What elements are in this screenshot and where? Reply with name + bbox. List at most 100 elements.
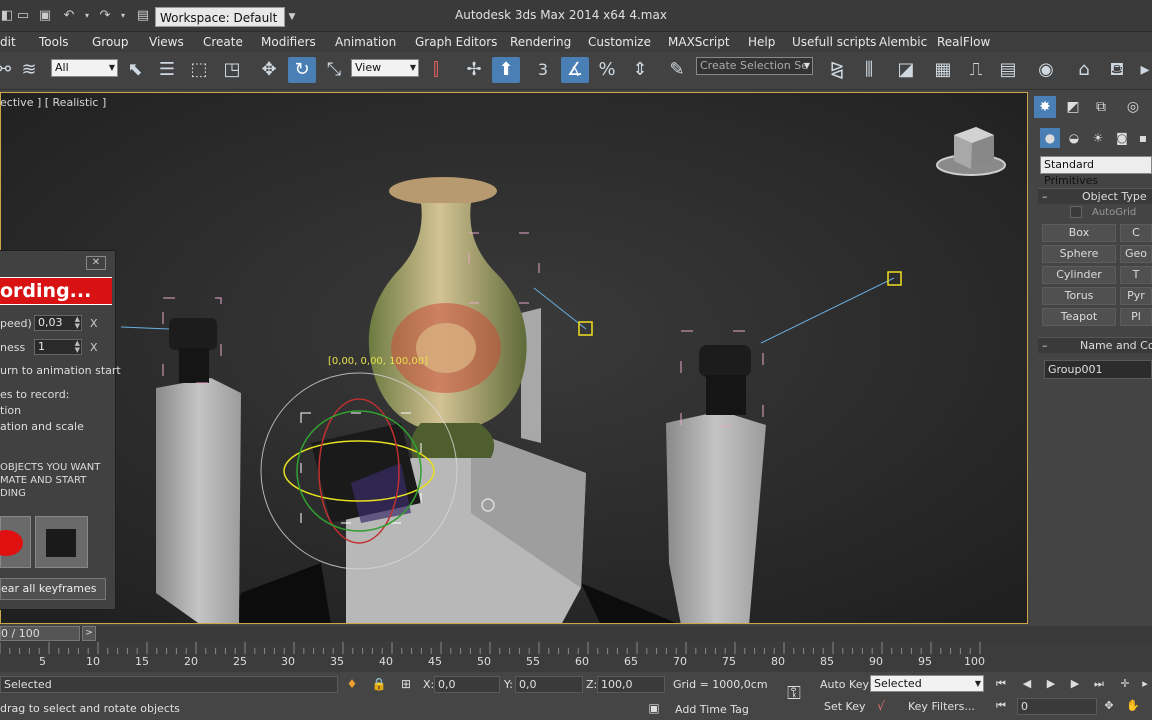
angle-snap-icon[interactable]: ∡ [561, 57, 589, 83]
window-crossing-icon[interactable]: ◳ [220, 57, 244, 83]
sphere-button[interactable]: Sphere [1042, 245, 1116, 263]
torus-button[interactable]: Torus [1042, 287, 1116, 305]
geosphere-button[interactable]: Geo [1120, 245, 1152, 263]
reference-coordinate-dropdown[interactable]: View ▼ [351, 59, 419, 77]
primitive-category-dropdown[interactable]: Standard Primitives [1040, 156, 1152, 187]
percent-snap-icon[interactable]: % [594, 57, 620, 83]
name-and-color-rollout[interactable]: – Name and Colo [1038, 337, 1152, 353]
curve-editor-icon[interactable]: ⎍ [962, 57, 990, 83]
box-button[interactable]: Box [1042, 224, 1116, 242]
render-production-icon[interactable]: ▸ [1138, 57, 1152, 83]
pyramid-button[interactable]: Pyr [1120, 287, 1152, 305]
go-to-start-icon[interactable]: ⏮ [992, 676, 1010, 692]
z-coordinate-field[interactable]: 100,0 [597, 676, 665, 693]
menu-rendering[interactable]: Rendering [510, 34, 571, 50]
helpers-category-icon[interactable]: ▪ [1134, 128, 1152, 148]
x-coordinate-field[interactable]: 0,0 [434, 676, 500, 693]
stop-button[interactable] [35, 516, 88, 568]
motion-tab-icon[interactable]: ◎ [1122, 96, 1144, 118]
spinner-snap-icon[interactable]: ⇕ [627, 57, 653, 83]
object-type-rollout[interactable]: – Object Type [1038, 188, 1152, 204]
play-icon[interactable]: ▶ [1042, 676, 1060, 692]
speed-reset-button[interactable]: X [90, 317, 98, 330]
autogrid-checkbox[interactable] [1070, 206, 1082, 218]
menu-usefull-scripts[interactable]: Usefull scripts [792, 34, 876, 50]
record-position-option[interactable]: tion [0, 404, 21, 417]
select-object-icon[interactable]: ⬉ [124, 57, 146, 83]
create-tab-icon[interactable]: ✸ [1034, 96, 1056, 118]
link-icon[interactable]: ⚯ [0, 57, 11, 83]
menu-group[interactable]: Group [92, 34, 129, 50]
time-config-icon[interactable]: ▸ [1136, 676, 1152, 692]
absolute-mode-icon[interactable]: ⊞ [398, 676, 414, 692]
selection-filter-dropdown[interactable]: All ▼ [51, 59, 118, 77]
render-setup-icon[interactable]: ⌂ [1070, 57, 1098, 83]
key-filters-button[interactable]: Key Filters... [908, 700, 975, 713]
spinner-arrows-icon[interactable]: ▲ ▼ [75, 316, 80, 330]
menu-realflow[interactable]: RealFlow [937, 34, 990, 50]
menu-tools[interactable]: Tools [39, 34, 69, 50]
layer-manager-icon[interactable]: ◪ [893, 57, 919, 83]
cameras-category-icon[interactable]: ◙ [1112, 128, 1132, 148]
auto-key-button[interactable]: Auto Key [820, 678, 869, 691]
y-coordinate-field[interactable]: 0,0 [515, 676, 583, 693]
menu-alembic[interactable]: Alembic [879, 34, 927, 50]
time-slider-next-icon[interactable]: > [82, 626, 96, 641]
lights-category-icon[interactable]: ☀ [1088, 128, 1108, 148]
align-icon[interactable]: ⫼ [855, 57, 883, 83]
undo-icon[interactable]: ↶ [60, 7, 78, 25]
go-to-end-icon[interactable]: ⏭ [1090, 676, 1108, 692]
smoothness-reset-button[interactable]: X [90, 341, 98, 354]
redo-dropdown-icon[interactable]: ▾ [114, 7, 132, 25]
select-and-scale-icon[interactable]: ⤡ [321, 57, 347, 83]
menu-help[interactable]: Help [748, 34, 775, 50]
smoothness-spinner[interactable]: 1 ▲ ▼ [34, 339, 82, 355]
cylinder-button[interactable]: Cylinder [1042, 266, 1116, 284]
menu-views[interactable]: Views [149, 34, 184, 50]
key-mode-icon[interactable]: ⏮ [992, 698, 1010, 714]
teapot-button[interactable]: Teapot [1042, 308, 1116, 326]
menu-animation[interactable]: Animation [335, 34, 396, 50]
rectangular-selection-icon[interactable]: ⬚ [186, 57, 212, 83]
hierarchy-tab-icon[interactable]: ⧉ [1090, 96, 1112, 118]
viewport-label[interactable]: ective ] [ Realistic ] [0, 96, 106, 109]
next-frame-icon[interactable]: ▶ [1066, 676, 1084, 692]
menu-maxscript[interactable]: MAXScript [668, 34, 730, 50]
display-tab-icon[interactable]: ▕ [1146, 96, 1152, 118]
select-and-rotate-icon[interactable]: ↻ [288, 57, 316, 83]
speed-spinner[interactable]: 0,03 ▲ ▼ [34, 315, 82, 331]
current-frame-field[interactable]: 0 [1017, 698, 1097, 715]
save-file-icon[interactable]: ▣ [36, 7, 54, 25]
previous-frame-icon[interactable]: ◀ [1018, 676, 1036, 692]
bind-space-warp-icon[interactable]: ≋ [16, 57, 42, 83]
modify-tab-icon[interactable]: ◩ [1062, 96, 1084, 118]
workspace-dropdown-arrow-icon[interactable]: ▼ [285, 7, 299, 27]
set-key-mode-icon[interactable]: ⚿ [782, 685, 806, 703]
set-key-button[interactable]: Set Key [824, 700, 866, 713]
perspective-viewport[interactable] [0, 92, 1028, 624]
pan-view-icon[interactable]: ✋ [1124, 698, 1142, 714]
record-button[interactable] [0, 516, 31, 568]
render-frame-icon[interactable]: ⛾ [1103, 57, 1131, 83]
select-manipulate-icon[interactable]: ✢ [460, 57, 488, 83]
return-to-start-checkbox-label[interactable]: urn to animation start [0, 364, 121, 377]
selection-lock-icon[interactable]: 🔒 [371, 676, 387, 692]
time-slider-thumb[interactable]: 0 / 100 [0, 626, 80, 641]
zoom-extents-icon[interactable]: ✥ [1100, 698, 1118, 714]
shapes-category-icon[interactable]: ◒ [1064, 128, 1084, 148]
project-folder-icon[interactable]: ▤ [134, 7, 152, 25]
named-selection-input[interactable]: Create Selection Se ▼ [696, 57, 813, 75]
redo-icon[interactable]: ↷ [96, 7, 114, 25]
menu-modifiers[interactable]: Modifiers [261, 34, 316, 50]
add-time-tag-button[interactable]: Add Time Tag [675, 703, 749, 716]
snaps-toggle-icon[interactable]: 3 [530, 57, 556, 83]
menu-customize[interactable]: Customize [588, 34, 651, 50]
undo-dropdown-icon[interactable]: ▾ [78, 7, 96, 25]
object-name-field[interactable]: Group001 [1044, 360, 1152, 379]
default-in-out-tangent-icon[interactable]: √ [873, 698, 889, 714]
menu-create[interactable]: Create [203, 34, 243, 50]
spinner-arrows-icon[interactable]: ▲ ▼ [75, 340, 80, 354]
clear-keyframes-button[interactable]: ear all keyframes [0, 578, 106, 600]
open-file-icon[interactable]: ▭ [14, 7, 32, 25]
edit-named-selections-icon[interactable]: ✎ [665, 57, 689, 83]
